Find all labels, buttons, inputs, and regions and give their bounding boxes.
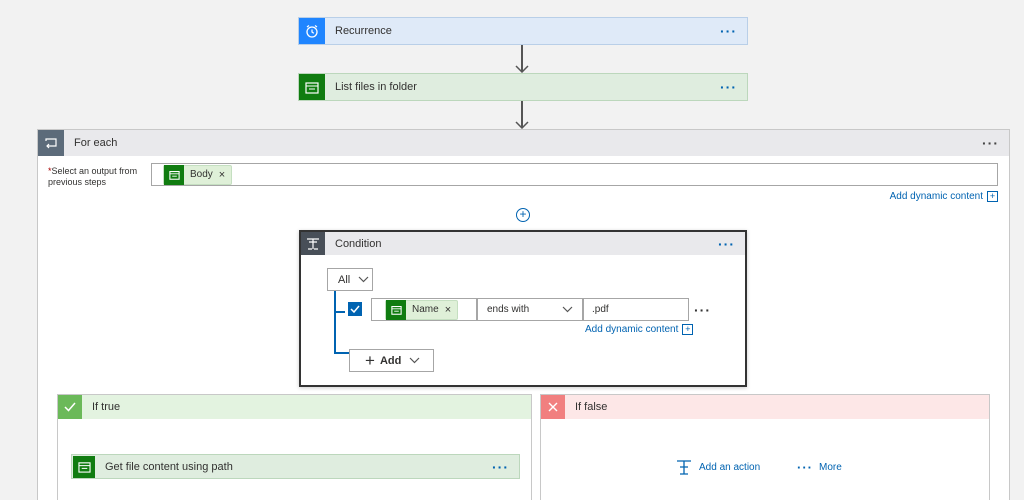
get-file-content-card[interactable]: Get file content using path ··· [71, 454, 520, 479]
name-token[interactable]: Name × [385, 299, 459, 320]
list-files-card[interactable]: List files in folder ··· [298, 73, 748, 101]
list-files-title: List files in folder [335, 81, 417, 93]
condition-header[interactable]: Condition ··· [301, 232, 745, 255]
for-each-field-label: *Select an output from previous steps [48, 166, 138, 187]
if-false-branch: If false Add an action ··· More [540, 394, 990, 500]
recurrence-title: Recurrence [335, 25, 392, 37]
condition-title: Condition [335, 237, 382, 250]
remove-token-icon[interactable]: × [219, 169, 225, 181]
flow-arrow [515, 45, 529, 73]
sharepoint-icon [73, 455, 95, 478]
group-operator-value: All [338, 273, 351, 286]
condition-value-input[interactable]: .pdf [583, 298, 689, 321]
sharepoint-icon [386, 299, 406, 320]
body-token[interactable]: Body × [163, 164, 233, 185]
add-dynamic-content-icon: + [682, 324, 694, 335]
for-each-title: For each [74, 137, 118, 149]
for-each-header[interactable]: For each ··· [38, 130, 1009, 156]
condition-card: Condition ··· All Name × ends with .pdf … [299, 230, 747, 387]
if-false-header[interactable]: If false [541, 395, 989, 419]
condition-menu-button[interactable]: ··· [718, 237, 745, 251]
flow-arrow [515, 101, 529, 129]
get-file-content-title: Get file content using path [105, 460, 233, 473]
condition-operator-value: ends with [487, 304, 530, 315]
add-dynamic-content-link[interactable]: Add dynamic content + [890, 191, 998, 202]
add-an-action-link[interactable]: Add an action [676, 460, 760, 475]
group-operator-dropdown[interactable]: All [327, 268, 373, 291]
alarm-clock-icon [299, 18, 325, 44]
recurrence-card[interactable]: Recurrence ··· [298, 17, 748, 45]
tree-connector [334, 311, 345, 313]
recurrence-menu-button[interactable]: ··· [720, 24, 747, 38]
condition-value-text: .pdf [592, 304, 609, 315]
sharepoint-icon [299, 74, 325, 100]
plus-icon: + [365, 350, 375, 370]
condition-icon [301, 232, 325, 255]
for-each-card: For each ··· *Select an output from prev… [37, 129, 1010, 500]
for-each-menu-button[interactable]: ··· [982, 136, 1009, 150]
more-dots-icon: ··· [797, 460, 813, 475]
add-button-label: Add [379, 354, 402, 367]
if-true-branch: If true Get file content using path ··· [57, 394, 532, 500]
if-false-title: If false [575, 401, 608, 413]
check-icon [58, 395, 82, 419]
select-output-input[interactable]: Body × [151, 163, 998, 186]
add-dynamic-content-link[interactable]: Add dynamic content + [585, 324, 694, 335]
tree-connector [334, 352, 349, 354]
if-true-header[interactable]: If true [58, 395, 531, 419]
add-action-icon [677, 460, 691, 475]
chevron-down-icon [562, 306, 573, 313]
remove-token-icon[interactable]: × [445, 304, 451, 316]
body-token-label: Body [190, 169, 213, 180]
name-token-label: Name [412, 304, 439, 315]
chevron-down-icon [358, 276, 369, 283]
condition-operator-dropdown[interactable]: ends with [477, 298, 583, 321]
chevron-down-icon [409, 357, 420, 364]
tree-connector [334, 291, 336, 353]
close-icon [541, 395, 565, 419]
loop-icon [38, 130, 64, 156]
add-dynamic-content-icon: + [987, 191, 998, 202]
insert-step-button[interactable]: + [516, 208, 530, 222]
get-file-content-menu-button[interactable]: ··· [492, 460, 519, 474]
row-checkbox[interactable] [348, 302, 362, 316]
condition-left-operand[interactable]: Name × [371, 298, 477, 321]
more-link[interactable]: ··· More [797, 460, 842, 475]
list-files-menu-button[interactable]: ··· [720, 80, 747, 94]
condition-row-menu-button[interactable]: ··· [694, 302, 711, 318]
add-condition-button[interactable]: + Add [349, 349, 434, 372]
sharepoint-icon [164, 164, 184, 185]
if-true-title: If true [92, 401, 121, 413]
